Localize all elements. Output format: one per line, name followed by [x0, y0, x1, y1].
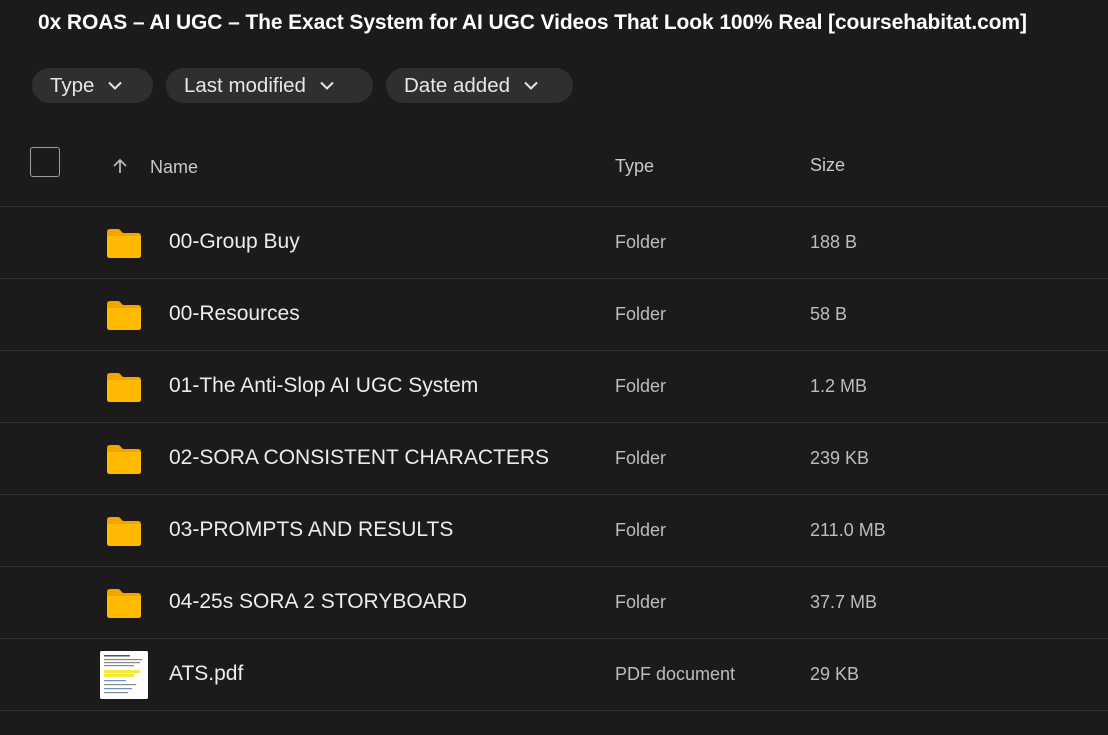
- filter-date-added-label: Date added: [404, 73, 511, 97]
- filter-bar: Type Last modified Date added: [32, 68, 573, 103]
- table-row[interactable]: 00-Resources Folder 58 B: [0, 279, 1108, 351]
- file-name: 04-25s SORA 2 STORYBOARD: [169, 590, 468, 613]
- file-size: 1.2 MB: [810, 376, 868, 396]
- column-header-name[interactable]: Name: [150, 157, 198, 178]
- select-all-checkbox[interactable]: [30, 147, 60, 177]
- file-list: 00-Group Buy Folder 188 B 00-Resources F…: [0, 207, 1108, 711]
- column-header-type[interactable]: Type: [615, 156, 654, 177]
- table-row[interactable]: 00-Group Buy Folder 188 B: [0, 207, 1108, 279]
- table-row[interactable]: 02-SORA CONSISTENT CHARACTERS Folder 239…: [0, 423, 1108, 495]
- file-name: 00-Group Buy: [169, 230, 300, 253]
- file-name: 02-SORA CONSISTENT CHARACTERS: [169, 446, 550, 469]
- file-name: 00-Resources: [169, 302, 300, 325]
- folder-icon: [107, 373, 141, 402]
- filter-type-label: Type: [50, 73, 95, 97]
- table-row[interactable]: ATS.pdf PDF document 29 KB: [0, 639, 1108, 711]
- pdf-thumbnail-icon: [100, 651, 148, 699]
- table-row[interactable]: 04-25s SORA 2 STORYBOARD Folder 37.7 MB: [0, 567, 1108, 639]
- folder-icon: [107, 589, 141, 618]
- file-type: Folder: [615, 520, 667, 540]
- file-type: Folder: [615, 448, 667, 468]
- filter-date-added-chip[interactable]: Date added: [386, 68, 573, 103]
- file-type: PDF document: [615, 664, 736, 684]
- file-name: 03-PROMPTS AND RESULTS: [169, 518, 454, 541]
- chevron-down-icon: [320, 81, 334, 90]
- arrow-up-icon[interactable]: [111, 157, 129, 175]
- file-size: 58 B: [810, 304, 848, 324]
- folder-icon: [107, 301, 141, 330]
- folder-icon: [107, 229, 141, 258]
- filter-last-modified-label: Last modified: [184, 73, 306, 97]
- file-browser: 0x ROAS – AI UGC – The Exact System for …: [0, 0, 1108, 735]
- file-size: 239 KB: [810, 448, 870, 468]
- file-size: 188 B: [810, 232, 858, 252]
- file-name: 01-The Anti-Slop AI UGC System: [169, 374, 479, 397]
- page-title: 0x ROAS – AI UGC – The Exact System for …: [38, 11, 1027, 34]
- file-type: Folder: [615, 304, 667, 324]
- chevron-down-icon: [108, 81, 123, 90]
- filter-type-chip[interactable]: Type: [32, 68, 153, 103]
- folder-icon: [107, 445, 141, 474]
- file-type: Folder: [615, 376, 667, 396]
- file-type: Folder: [615, 592, 667, 612]
- filter-last-modified-chip[interactable]: Last modified: [166, 68, 373, 103]
- column-header-size[interactable]: Size: [810, 155, 845, 176]
- table-row[interactable]: 01-The Anti-Slop AI UGC System Folder 1.…: [0, 351, 1108, 423]
- file-size: 211.0 MB: [810, 520, 886, 540]
- table-header: Name Type Size: [0, 136, 1108, 207]
- chevron-down-icon: [524, 81, 538, 90]
- file-type: Folder: [615, 232, 667, 252]
- file-size: 37.7 MB: [810, 592, 878, 612]
- file-name: ATS.pdf: [169, 662, 244, 685]
- table-row[interactable]: 03-PROMPTS AND RESULTS Folder 211.0 MB: [0, 495, 1108, 567]
- file-size: 29 KB: [810, 664, 860, 684]
- folder-icon: [107, 517, 141, 546]
